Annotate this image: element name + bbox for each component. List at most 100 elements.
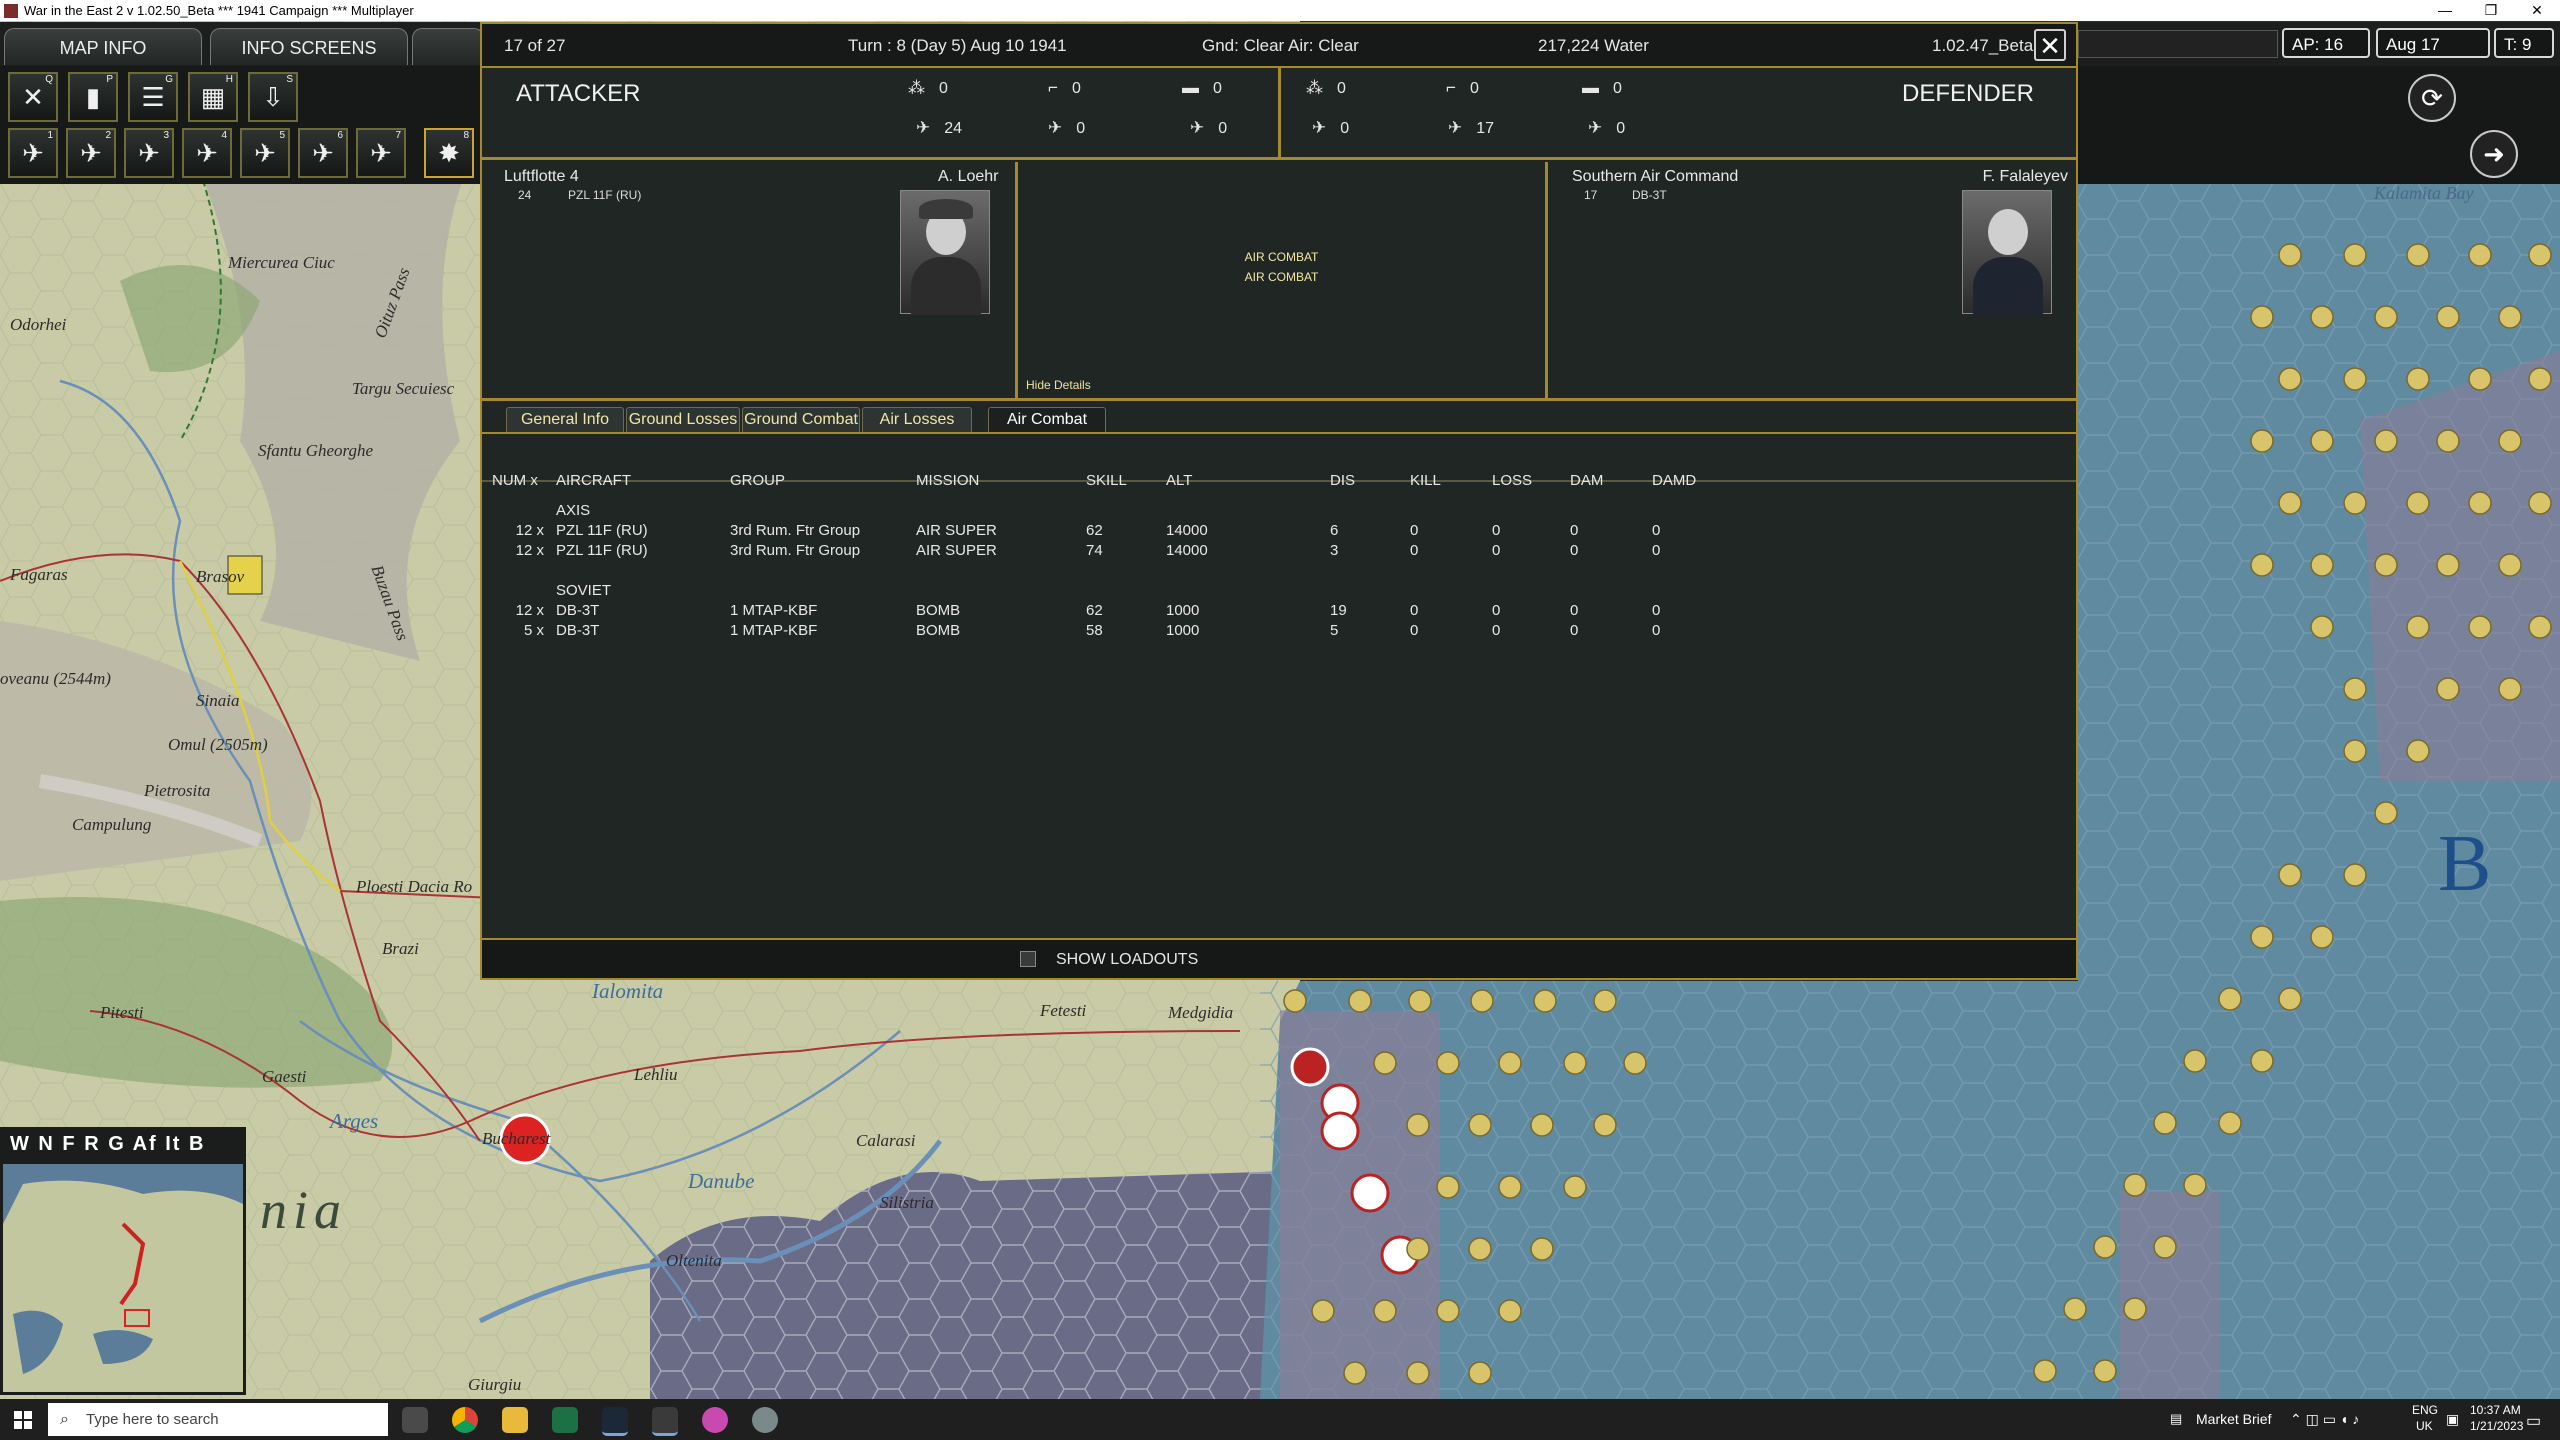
map-label: Gaesti xyxy=(262,1067,307,1086)
current-date: Aug 17 1941 xyxy=(2376,28,2490,84)
clock-time[interactable]: 10:37 AM xyxy=(2470,1403,2521,1417)
table-header: NUM x AIRCRAFT GROUP MISSION SKILL ALT D… xyxy=(482,434,2076,489)
location-info: 217,224 Water xyxy=(1538,36,1649,55)
defender-leader: F. Falaleyev xyxy=(1982,168,2068,185)
minimap-filter-bar[interactable]: W N F R G Af It B xyxy=(0,1127,246,1161)
app-icon xyxy=(4,3,18,18)
defender-title: DEFENDER xyxy=(1901,80,2034,107)
combat-report-dialog: 17 of 27 Turn : 8 (Day 5) Aug 10 1941 Gn… xyxy=(480,22,2078,980)
clock-date[interactable]: 1/21/2023 xyxy=(2470,1419,2523,1433)
defender-bomber-count: ✈ 17 xyxy=(1448,118,1495,137)
tab-air-combat[interactable]: Air Combat xyxy=(988,407,1106,432)
tray-chevron-icon[interactable]: ⌃ ◫ ▭ ◖ ♪ xyxy=(2290,1411,2359,1428)
report-tabs: General Info Ground Losses Ground Combat… xyxy=(482,398,2076,434)
oob-icon[interactable]: ▦ H xyxy=(188,72,238,122)
minimap[interactable] xyxy=(0,1161,246,1395)
unit-list-icon[interactable]: ▮ P xyxy=(68,72,118,122)
tab-info-screens[interactable]: INFO SCREENS xyxy=(210,28,408,65)
bomber-icon: ✈ xyxy=(1048,118,1063,137)
save-icon[interactable]: ⇩ S xyxy=(248,72,298,122)
defender-gun-count: ⌐ 0 xyxy=(1446,78,1479,97)
version-label: 1.02.47_Beta xyxy=(1932,36,2034,55)
defender-unit-type: DB-3T xyxy=(1632,188,1667,202)
taskbar-search-input[interactable]: ⌕ Type here to search xyxy=(48,1403,388,1436)
air-ground-attack-icon[interactable]: ✈ 3 xyxy=(124,128,174,178)
column-header: LOSS xyxy=(1492,472,1533,489)
chrome-icon[interactable] xyxy=(452,1407,478,1433)
air-superiority-icon[interactable]: ✈ 6 xyxy=(298,128,348,178)
tab-ground-combat[interactable]: Ground Combat xyxy=(742,407,860,432)
section-label-soviet: SOVIET xyxy=(556,582,612,599)
column-header: DIS xyxy=(1330,472,1356,489)
weather-info: Gnd: Clear Air: Clear xyxy=(1202,36,1359,55)
tab-general-info[interactable]: General Info xyxy=(506,407,624,432)
windows-start-icon[interactable] xyxy=(14,1411,32,1429)
map-label: Brasov xyxy=(196,567,245,586)
tab-air-losses[interactable]: Air Losses xyxy=(862,407,972,432)
action-points: AP: 16 xyxy=(2282,28,2370,58)
air-strike-icon[interactable]: ✈ 4 xyxy=(182,128,232,178)
column-header: NUM x xyxy=(492,472,538,489)
window-title: War in the East 2 v 1.02.50_Beta *** 194… xyxy=(24,3,414,18)
fighter-icon: ✈ xyxy=(916,118,931,137)
language-code[interactable]: ENG xyxy=(2412,1403,2438,1417)
map-label: Calarasi xyxy=(856,1131,916,1150)
minimize-button[interactable]: — xyxy=(2422,0,2468,21)
next-unit-icon[interactable]: ➜ xyxy=(2470,130,2518,178)
infantry-icon: ⁂ xyxy=(908,78,925,97)
defender-other-air-count: ✈ 0 xyxy=(1588,118,1626,137)
column-header: GROUP xyxy=(730,472,786,489)
defender-infantry-count: ⁂ 0 xyxy=(1306,78,1346,97)
attacker-panel: Luftflotte 4 A. Loehr 24 PZL 11F (RU) xyxy=(482,162,1018,398)
attacker-fighter-count: ✈ 24 xyxy=(916,118,963,137)
attacker-tank-count: ▬ 0 xyxy=(1182,78,1222,97)
attacker-unit-count: 24 xyxy=(518,188,532,202)
column-header: MISSION xyxy=(916,472,980,489)
defender-panel: Southern Air Command F. Falaleyev 17 DB-… xyxy=(1548,162,2076,398)
air-bomb-icon[interactable]: ✸ 8 xyxy=(424,128,474,178)
dialog-close-button[interactable]: ✕ xyxy=(2034,29,2066,61)
app-icon-droplet[interactable] xyxy=(702,1407,728,1433)
market-brief-label[interactable]: Market Brief xyxy=(2196,1411,2271,1427)
air-recon-icon[interactable]: ✈ 5 xyxy=(240,128,290,178)
attacker-title: ATTACKER xyxy=(516,80,641,107)
map-label: Danube xyxy=(688,1169,755,1193)
notifications-icon[interactable]: ▭ xyxy=(2526,1411,2541,1431)
map-label: Ploesti Dacia Ro xyxy=(356,877,473,896)
window-close-button[interactable]: ✕ xyxy=(2514,0,2560,21)
game-app-icon[interactable] xyxy=(652,1407,678,1436)
steam-icon[interactable] xyxy=(602,1407,628,1436)
map-label: Kalamita Bay xyxy=(2374,183,2474,203)
tray-icon[interactable]: ▣ xyxy=(2446,1411,2459,1428)
file-explorer-icon[interactable] xyxy=(502,1407,528,1433)
market-brief-icon[interactable]: ▤ xyxy=(2170,1411,2182,1427)
hide-details-link[interactable]: Hide Details xyxy=(1026,378,1091,392)
map-label: Arges xyxy=(330,1109,379,1133)
end-turn-icon[interactable]: ⟳ xyxy=(2408,74,2456,122)
attacker-other-air-count: ✈ 0 xyxy=(1190,118,1228,137)
tab-map-info[interactable]: MAP INFO xyxy=(4,28,202,65)
map-label: Odorhei xyxy=(10,315,67,334)
column-header: DAMD xyxy=(1652,472,1697,489)
map-label: Fetesti xyxy=(1040,1001,1087,1020)
restore-button[interactable]: ❐ xyxy=(2468,0,2514,21)
air-supply-icon[interactable]: ✈ 7 xyxy=(356,128,406,178)
excel-icon[interactable] xyxy=(552,1407,578,1433)
air-mission-cancel-icon[interactable]: ✈ 1 xyxy=(8,128,58,178)
task-view-icon[interactable] xyxy=(402,1407,428,1433)
show-loadouts-checkbox[interactable] xyxy=(1020,951,1036,967)
close-map-icon[interactable]: ✕ Q xyxy=(8,72,58,122)
tab-ground-losses[interactable]: Ground Losses xyxy=(626,407,740,432)
app-icon-globe[interactable] xyxy=(752,1407,778,1433)
gun-icon: ⌐ xyxy=(1446,78,1456,97)
tab-extra[interactable] xyxy=(412,28,484,65)
show-loadouts-label[interactable]: SHOW LOADOUTS xyxy=(1056,951,1198,969)
map-label: B xyxy=(2438,820,2492,908)
air-transport-icon[interactable]: ✈ 2 xyxy=(66,128,116,178)
language-region[interactable]: UK xyxy=(2416,1419,2433,1433)
attacker-gun-count: ⌐ 0 xyxy=(1048,78,1081,97)
map-label: Bucharest xyxy=(482,1129,551,1148)
column-header: KILL xyxy=(1410,472,1441,489)
list-icon[interactable]: ☰ G xyxy=(128,72,178,122)
report-counter: 17 of 27 xyxy=(504,36,566,55)
